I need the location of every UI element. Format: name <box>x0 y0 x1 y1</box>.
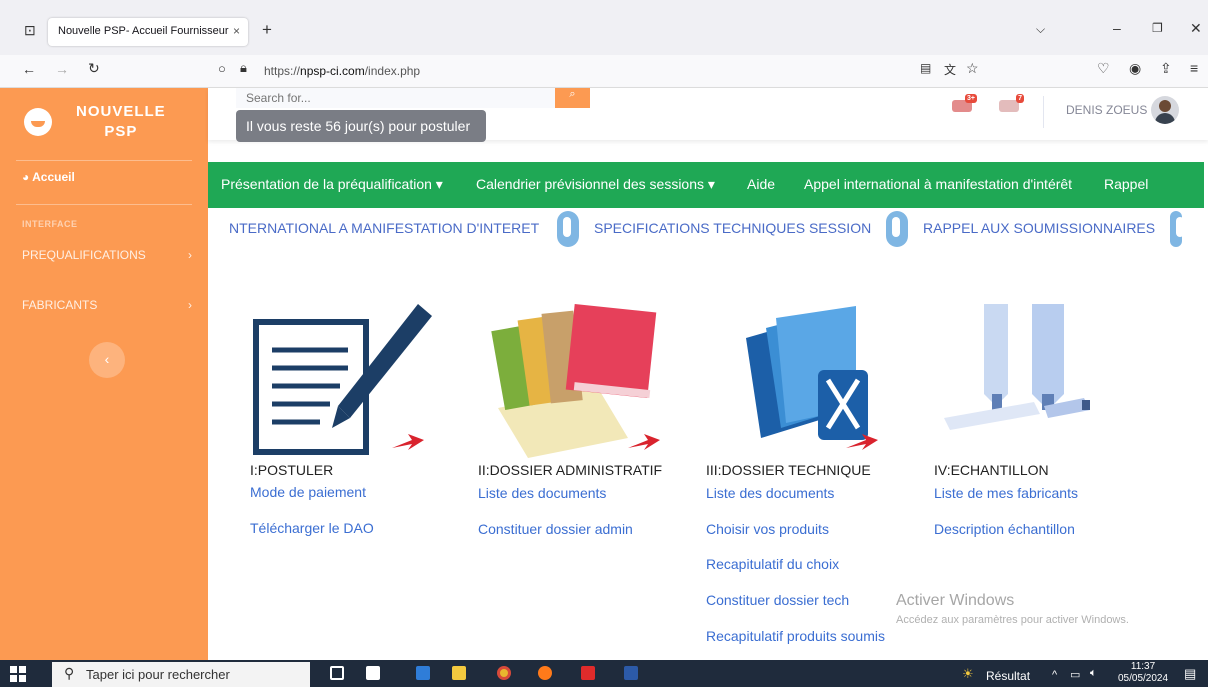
bookmark-star-icon[interactable]: ☆ <box>966 60 979 77</box>
menu-aide[interactable]: Aide <box>747 176 775 192</box>
restore-icon[interactable]: ❐ <box>1152 21 1163 35</box>
minimize-icon[interactable]: – <box>1113 20 1121 36</box>
battery-icon[interactable]: ▭ <box>1070 668 1080 681</box>
search-input[interactable] <box>236 88 556 108</box>
messages-envelope-icon[interactable]: 7 <box>999 94 1024 112</box>
tab-list-icon[interactable]: ⊡ <box>24 22 36 39</box>
link-constituer-dossier-tech[interactable]: Constituer dossier tech <box>706 592 849 608</box>
sidebar: NOUVELLE PSP ◕ Accueil INTERFACE PREQUAL… <box>0 88 208 660</box>
link-mode-paiement[interactable]: Mode de paiement <box>250 484 366 500</box>
browser-tab-title: Nouvelle PSP- Accueil Fournisseur <box>58 25 229 37</box>
chrome-icon[interactable] <box>497 666 511 680</box>
card-title-echantillon: IV:ECHANTILLON <box>934 462 1049 478</box>
volume-muted-icon[interactable]: 🔈︎ <box>1090 667 1097 680</box>
youtube-icon[interactable] <box>581 666 595 680</box>
alerts-bell-icon[interactable]: 3+ <box>952 94 977 112</box>
sidebar-divider <box>16 204 192 205</box>
books-icon[interactable] <box>478 298 678 458</box>
url-field[interactable]: https://npsp-ci.com/index.php <box>210 59 1000 83</box>
menu-rappel[interactable]: Rappel <box>1104 176 1148 192</box>
card-title-dossier-administratif: II:DOSSIER ADMINISTRATIF <box>478 462 663 478</box>
pointing-hand-icon <box>557 211 579 247</box>
menu-calendrier[interactable]: Calendrier prévisionnel des sessions ▾ <box>476 176 715 193</box>
pointing-hand-icon <box>886 211 908 247</box>
sidebar-item-prequalifications[interactable]: PREQUALIFICATIONS › <box>22 248 192 262</box>
menu-prequalification[interactable]: Présentation de la préqualification ▾ <box>221 176 443 193</box>
alerts-badge: 3+ <box>965 94 977 103</box>
task-view-icon[interactable] <box>330 666 344 680</box>
taskbar-search-input[interactable]: ⚲ Taper ici pour rechercher <box>52 662 310 687</box>
weather-icon[interactable]: ☀ <box>962 666 974 682</box>
marquee-item[interactable]: RAPPEL AUX SOUMISSIONNAIRES <box>923 220 1155 236</box>
avatar[interactable] <box>1151 96 1179 124</box>
sidebar-toggle-button[interactable]: ‹ <box>89 342 125 378</box>
reader-view-icon[interactable]: ▤ <box>920 61 931 75</box>
taskbar-clock[interactable]: 11:37 05/05/2024 <box>1118 661 1168 685</box>
taskbar-result-label[interactable]: Résultat <box>986 669 1030 683</box>
card-title-dossier-technique: III:DOSSIER TECHNIQUE <box>706 462 871 478</box>
brand-title[interactable]: NOUVELLE PSP <box>76 102 166 142</box>
document-pen-icon[interactable] <box>250 298 450 458</box>
search-button[interactable]: ⌕ <box>555 88 590 108</box>
user-name[interactable]: DENIS ZOEUS <box>1066 103 1147 117</box>
link-liste-documents-tech[interactable]: Liste des documents <box>706 485 834 501</box>
browser-tab[interactable]: Nouvelle PSP- Accueil Fournisseur × <box>48 18 248 46</box>
sidebar-item-fabricants[interactable]: FABRICANTS › <box>22 298 192 312</box>
back-icon[interactable]: ← <box>22 61 36 77</box>
account-icon[interactable]: ◉ <box>1129 60 1141 77</box>
new-tab-button[interactable]: + <box>262 20 272 40</box>
folder-tools-icon[interactable] <box>706 298 906 458</box>
tab-overflow-icon[interactable]: ⌵ <box>1036 22 1045 37</box>
pointing-hand-icon <box>1170 211 1184 247</box>
tab-close-icon[interactable]: × <box>233 24 240 38</box>
sidebar-item-accueil[interactable]: ◕ Accueil <box>22 170 75 184</box>
link-telecharger-dao[interactable]: Télécharger le DAO <box>250 520 374 536</box>
word-icon[interactable] <box>624 666 638 680</box>
sidebar-item-label: Accueil <box>32 170 75 184</box>
link-description-echantillon[interactable]: Description échantillon <box>934 521 1075 537</box>
chevron-right-icon: › <box>188 248 192 262</box>
file-explorer-icon[interactable] <box>452 666 466 680</box>
tray-chevron-icon[interactable]: ^ <box>1052 669 1057 681</box>
file-icon[interactable] <box>366 666 380 680</box>
window-close-icon[interactable]: ✕ <box>1190 20 1202 37</box>
card-title-postuler: I:POSTULER <box>250 462 334 478</box>
app-menu-icon[interactable]: ≡ <box>1190 60 1198 76</box>
sample-tubes-icon[interactable] <box>934 298 1162 458</box>
link-liste-fabricants[interactable]: Liste de mes fabricants <box>934 485 1078 501</box>
reload-icon[interactable]: ↻ <box>88 60 100 77</box>
translate-icon[interactable]: 文 <box>944 61 956 78</box>
sidebar-divider <box>16 160 192 161</box>
menu-appel-international[interactable]: Appel international à manifestation d'in… <box>804 176 1072 192</box>
marquee-item[interactable]: NTERNATIONAL A MANIFESTATION D'INTERET <box>229 220 539 236</box>
dashboard-icon: ◕ <box>22 170 30 184</box>
chevron-right-icon: › <box>188 298 192 312</box>
brand-logo-icon <box>24 108 52 136</box>
marquee-item[interactable]: SPECIFICATIONS TECHNIQUES SESSION <box>594 220 871 236</box>
link-liste-documents-admin[interactable]: Liste des documents <box>478 485 606 501</box>
link-recapitulatif-choix[interactable]: Recapitulatif du choix <box>706 556 839 572</box>
search-icon: ⚲ <box>64 665 75 681</box>
deadline-tooltip: Il vous reste 56 jour(s) pour postuler <box>236 110 486 142</box>
topbar-divider <box>1043 96 1044 128</box>
notifications-icon[interactable]: ▤ <box>1184 666 1196 682</box>
firefox-icon[interactable] <box>538 666 552 680</box>
sidebar-section-heading: INTERFACE <box>22 219 78 229</box>
store-icon[interactable] <box>416 666 430 680</box>
pocket-icon[interactable]: ♡ <box>1097 60 1110 77</box>
link-constituer-dossier-admin[interactable]: Constituer dossier admin <box>478 521 633 537</box>
windows-start-icon[interactable] <box>10 666 26 682</box>
link-choisir-produits[interactable]: Choisir vos produits <box>706 521 829 537</box>
forward-icon[interactable]: → <box>55 61 69 77</box>
search-icon: ⌕ <box>569 88 576 100</box>
activation-watermark-subtitle: Accédez aux paramètres pour activer Wind… <box>896 614 1129 626</box>
messages-badge: 7 <box>1016 94 1024 103</box>
link-recapitulatif-produits-soumis[interactable]: Recapitulatif produits soumis <box>706 628 885 644</box>
share-icon[interactable]: ⇪ <box>1160 60 1172 77</box>
activation-watermark-title: Activer Windows <box>896 592 1015 609</box>
